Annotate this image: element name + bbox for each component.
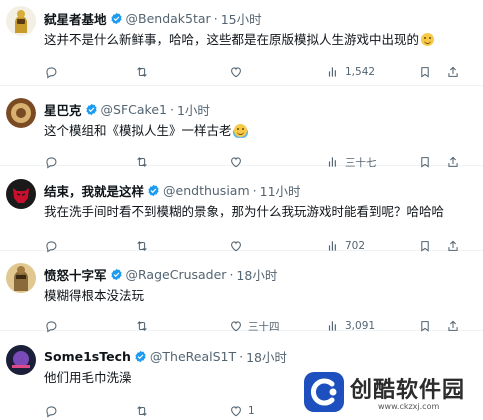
reply-button[interactable]	[44, 64, 63, 80]
timestamp[interactable]: 11小时	[260, 181, 301, 200]
timestamp[interactable]: 15小时	[221, 9, 262, 28]
handle[interactable]: @SFCake1	[101, 102, 167, 117]
bar-chart-icon	[326, 65, 340, 79]
handle[interactable]: @TheRealS1T	[150, 349, 236, 364]
verified-badge-icon	[110, 268, 123, 281]
tweet-feed: 弑星者基地 @Bendak5tar · 15小时 这并不是什么新鲜事，哈哈，这些…	[0, 0, 483, 420]
tweet-header: 星巴克 @SFCake1 · 1小时	[44, 101, 210, 118]
separator-dot: ·	[239, 349, 244, 364]
tweet-header: 弑星者基地 @Bendak5tar · 15小时	[44, 10, 262, 27]
tweet-text: 模糊得根本没法玩	[44, 288, 145, 303]
reply-icon	[44, 65, 58, 79]
tweet-item[interactable]: 星巴克 @SFCake1 · 1小时 这个模组和《模拟人生》一样古老 三十七	[0, 86, 483, 169]
separator-dot: ·	[169, 102, 174, 117]
handle[interactable]: @endthusiam	[163, 183, 250, 198]
avatar[interactable]	[6, 179, 36, 209]
avatar[interactable]	[6, 263, 36, 293]
bookmark-icon	[418, 65, 432, 79]
watermark-url: www.ckzxj.com	[378, 402, 440, 411]
tweet-text: 这并不是什么新鲜事，哈哈，这些都是在原版模拟人生游戏中出现的	[44, 31, 473, 49]
watermark-logo-icon	[304, 372, 344, 412]
handle[interactable]: @RageCrusader	[126, 267, 227, 282]
heart-icon	[229, 404, 243, 418]
heart-icon	[229, 65, 243, 79]
display-name[interactable]: 弑星者基地	[44, 9, 107, 28]
retweet-button[interactable]	[135, 64, 154, 80]
avatar[interactable]	[6, 98, 36, 128]
share-icon	[446, 65, 460, 79]
avatar[interactable]	[6, 6, 36, 36]
watermark: 创酷软件园 www.ckzxj.com	[300, 368, 483, 420]
share-button[interactable]	[446, 64, 460, 80]
timestamp[interactable]: 18小时	[236, 265, 277, 284]
like-button[interactable]: 1	[229, 403, 255, 419]
retweet-icon	[135, 65, 149, 79]
timestamp[interactable]: 18小时	[246, 347, 287, 366]
tweet-text: 这个模组和《模拟人生》一样古老	[44, 122, 473, 140]
display-name[interactable]: 星巴克	[44, 100, 82, 119]
tweet-item[interactable]: 结束，我就是这样 @endthusiam · 11小时 我在洗手间时看不到模糊的…	[0, 166, 483, 251]
reply-button[interactable]	[44, 403, 63, 419]
display-name[interactable]: 结束，我就是这样	[44, 181, 144, 200]
handle[interactable]: @Bendak5tar	[126, 11, 211, 26]
tweet-actions: 1,542	[44, 64, 483, 80]
separator-dot: ·	[229, 267, 234, 282]
verified-badge-icon	[134, 350, 147, 363]
retweet-button[interactable]	[135, 403, 154, 419]
like-count: 1	[248, 405, 255, 417]
tweet-header: 愤怒十字军 @RageCrusader · 18小时	[44, 266, 277, 283]
separator-dot: ·	[213, 11, 218, 26]
retweet-icon	[135, 404, 149, 418]
reply-icon	[44, 404, 58, 418]
tweet-header: Some1sTech @TheRealS1T · 18小时	[44, 348, 287, 365]
like-button[interactable]	[229, 64, 248, 80]
tears-of-joy-emoji-icon	[233, 124, 247, 137]
separator-dot: ·	[252, 183, 257, 198]
avatar[interactable]	[6, 345, 36, 375]
grinning-sweat-emoji-icon	[421, 33, 435, 46]
bookmark-button[interactable]	[418, 64, 432, 80]
verified-badge-icon	[147, 184, 160, 197]
verified-badge-icon	[85, 103, 98, 116]
tweet-item[interactable]: 愤怒十字军 @RageCrusader · 18小时 模糊得根本没法玩 三十四 …	[0, 251, 483, 333]
verified-badge-icon	[110, 12, 123, 25]
tweet-header: 结束，我就是这样 @endthusiam · 11小时	[44, 182, 301, 199]
tweet-item[interactable]: 弑星者基地 @Bendak5tar · 15小时 这并不是什么新鲜事，哈哈，这些…	[0, 0, 483, 86]
timestamp[interactable]: 1小时	[177, 100, 210, 119]
tweet-text-content: 这并不是什么新鲜事，哈哈，这些都是在原版模拟人生游戏中出现的	[44, 32, 420, 47]
display-name[interactable]: 愤怒十字军	[44, 265, 107, 284]
views-button[interactable]: 1,542	[326, 64, 375, 80]
tweet-text: 我在洗手间时看不到模糊的景象，那为什么我玩游戏时能看到呢？哈哈哈	[44, 204, 445, 219]
views-count: 1,542	[345, 66, 376, 78]
display-name[interactable]: Some1sTech	[44, 349, 131, 364]
watermark-title: 创酷软件园	[350, 378, 466, 403]
tweet-text-content: 这个模组和《模拟人生》一样古老	[44, 123, 232, 138]
